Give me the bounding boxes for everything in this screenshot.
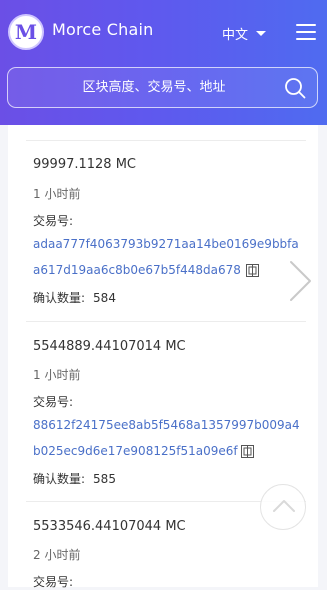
- language-label: 中文: [222, 28, 249, 43]
- tx-amount: 5544889.44107014 MC: [33, 339, 186, 354]
- confirm-count: 584: [93, 291, 116, 305]
- tx-amount: 99997.1128 MC: [33, 157, 136, 172]
- tx-confirmations: 确认数量: 585: [33, 470, 116, 487]
- search-input[interactable]: [8, 68, 276, 107]
- tx-hash-label: 交易号:: [33, 395, 74, 409]
- divider: [26, 321, 306, 322]
- language-selector[interactable]: 中文: [222, 24, 267, 43]
- hamburger-menu-icon[interactable]: [296, 24, 316, 41]
- tx-hash-line-1[interactable]: adaa777f4063793b9271aa14be0169e9bbfa: [33, 236, 299, 252]
- search-icon[interactable]: [284, 77, 306, 99]
- back-to-top-button[interactable]: [260, 484, 306, 530]
- chevron-up-icon: [273, 500, 295, 512]
- tx-time: 1 小时前: [33, 368, 81, 382]
- tx-time: 1 小时前: [33, 187, 81, 201]
- confirm-count: 585: [93, 472, 116, 486]
- header: M Morce Chain 中文: [0, 0, 327, 125]
- divider: [26, 140, 306, 141]
- confirm-label: 确认数量:: [33, 291, 86, 305]
- tx-hash-label: 交易号:: [33, 214, 74, 228]
- logo-letter: M: [14, 20, 38, 44]
- tx-confirmations: 确认数量: 584: [33, 289, 116, 306]
- tx-hash-label: 交易号:: [33, 575, 74, 589]
- copy-icon[interactable]: [246, 264, 259, 277]
- search-bar: [7, 67, 318, 108]
- copy-icon[interactable]: [241, 445, 254, 458]
- brand-name[interactable]: Morce Chain: [52, 20, 153, 39]
- confirm-label: 确认数量:: [33, 472, 86, 486]
- caret-down-icon: [256, 31, 267, 36]
- tx-amount: 5533546.44107044 MC: [33, 519, 186, 534]
- logo[interactable]: M: [8, 14, 44, 50]
- chevron-right-icon[interactable]: [287, 260, 313, 302]
- tx-hash-line-2[interactable]: b025ec9d6e17e908125f51a09e6f: [33, 443, 238, 459]
- tx-time: 2 小时前: [33, 548, 81, 562]
- tx-hash-line-1[interactable]: 88612f24175ee8ab5f5468a1357997b009a4: [33, 417, 300, 433]
- tx-hash-line-2[interactable]: a617d19aa6c8b0e67b5f448da678: [33, 262, 241, 278]
